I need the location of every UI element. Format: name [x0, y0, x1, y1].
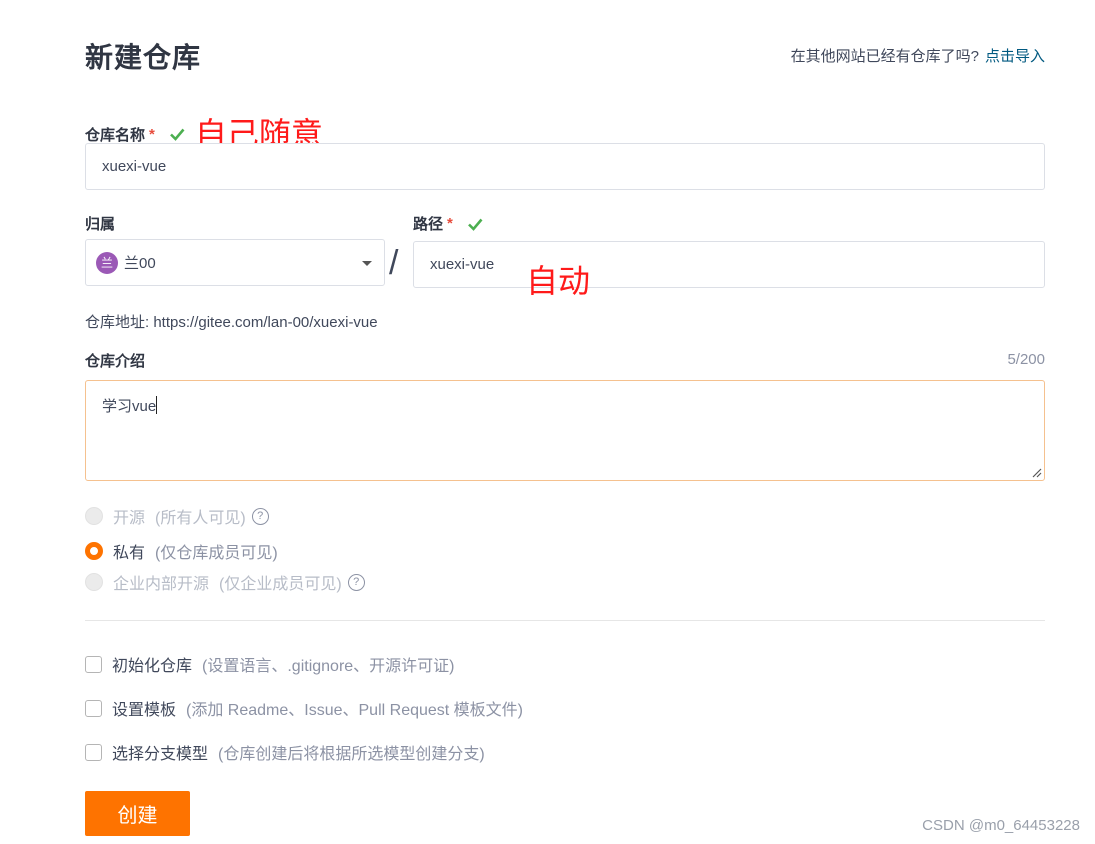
description-counter: 5/200 — [1007, 351, 1045, 368]
checkbox-init-repo-label: 初始化仓库 — [112, 658, 193, 675]
text-cursor — [156, 396, 158, 414]
checkbox-init-repo-box[interactable] — [85, 655, 102, 673]
radio-private-dot[interactable] — [85, 542, 103, 560]
checkbox-template-label: 设置模板 — [112, 702, 177, 719]
checkbox-branch-model-box[interactable] — [85, 743, 102, 761]
checkbox-init-repo[interactable]: 初始化仓库 (设置语言、.gitignore、开源许可证) — [85, 652, 455, 676]
radio-enterprise-dot[interactable] — [85, 573, 103, 591]
radio-private-sub: (仅仓库成员可见) — [155, 545, 278, 562]
radio-public[interactable]: 开源 (所有人可见) ? — [85, 504, 269, 528]
valid-check-icon — [169, 128, 185, 141]
import-link[interactable]: 点击导入 — [985, 48, 1045, 65]
checkbox-init-repo-sub: (设置语言、.gitignore、开源许可证) — [202, 658, 455, 675]
repo-name-label: 仓库名称 — [85, 126, 146, 144]
owner-select[interactable]: 兰 兰00 — [85, 239, 385, 286]
checkbox-branch-model[interactable]: 选择分支模型 (仓库创建后将根据所选模型创建分支) — [85, 740, 485, 764]
page-title: 新建仓库 — [85, 42, 202, 73]
repo-name-input[interactable]: xuexi-vue — [85, 143, 1045, 190]
description-value: 学习vue — [102, 398, 157, 415]
help-icon[interactable]: ? — [347, 573, 365, 591]
radio-public-dot[interactable] — [85, 507, 103, 525]
path-value: xuexi-vue — [430, 256, 495, 273]
path-input[interactable]: xuexi-vue — [413, 241, 1045, 288]
checkbox-template-box[interactable] — [85, 699, 102, 717]
required-mark: * — [447, 215, 453, 232]
resize-grip-icon[interactable] — [1030, 466, 1042, 478]
checkbox-branch-model-label: 选择分支模型 — [112, 746, 209, 763]
radio-enterprise-label: 企业内部开源 — [113, 576, 210, 593]
chevron-down-icon — [362, 261, 372, 266]
checkbox-branch-model-sub: (仓库创建后将根据所选模型创建分支) — [218, 746, 485, 763]
description-textarea[interactable]: 学习vue — [85, 380, 1045, 481]
repo-address: 仓库地址: https://gitee.com/lan-00/xuexi-vue — [85, 314, 378, 331]
help-icon[interactable]: ? — [251, 507, 269, 525]
path-label-row: 路径 * — [413, 213, 483, 234]
avatar: 兰 — [96, 251, 118, 274]
radio-public-sub: (所有人可见) — [155, 510, 246, 527]
radio-enterprise-sub: (仅企业成员可见) — [219, 576, 342, 593]
owner-label: 归属 — [85, 216, 116, 233]
radio-enterprise[interactable]: 企业内部开源 (仅企业成员可见) ? — [85, 570, 365, 594]
checkbox-template[interactable]: 设置模板 (添加 Readme、Issue、Pull Request 模板文件) — [85, 696, 523, 720]
path-separator: / — [389, 244, 399, 282]
create-button[interactable]: 创建 — [85, 791, 190, 836]
divider — [85, 620, 1045, 621]
repo-name-value: xuexi-vue — [102, 158, 167, 175]
path-label: 路径 — [413, 216, 444, 233]
radio-private[interactable]: 私有 (仅仓库成员可见) — [85, 539, 278, 563]
radio-public-label: 开源 — [113, 510, 146, 527]
owner-value: 兰00 — [124, 255, 156, 272]
path-annotation: 自动 — [526, 263, 591, 299]
required-mark: * — [149, 125, 155, 143]
watermark: CSDN @m0_64453228 — [922, 817, 1080, 834]
valid-check-icon — [467, 218, 483, 231]
checkbox-template-sub: (添加 Readme、Issue、Pull Request 模板文件) — [186, 702, 524, 719]
import-hint: 在其他网站已经有仓库了吗? 点击导入 — [791, 45, 1045, 66]
import-hint-text: 在其他网站已经有仓库了吗? — [790, 48, 979, 65]
description-label: 仓库介绍 — [85, 353, 146, 370]
radio-private-label: 私有 — [113, 545, 146, 562]
